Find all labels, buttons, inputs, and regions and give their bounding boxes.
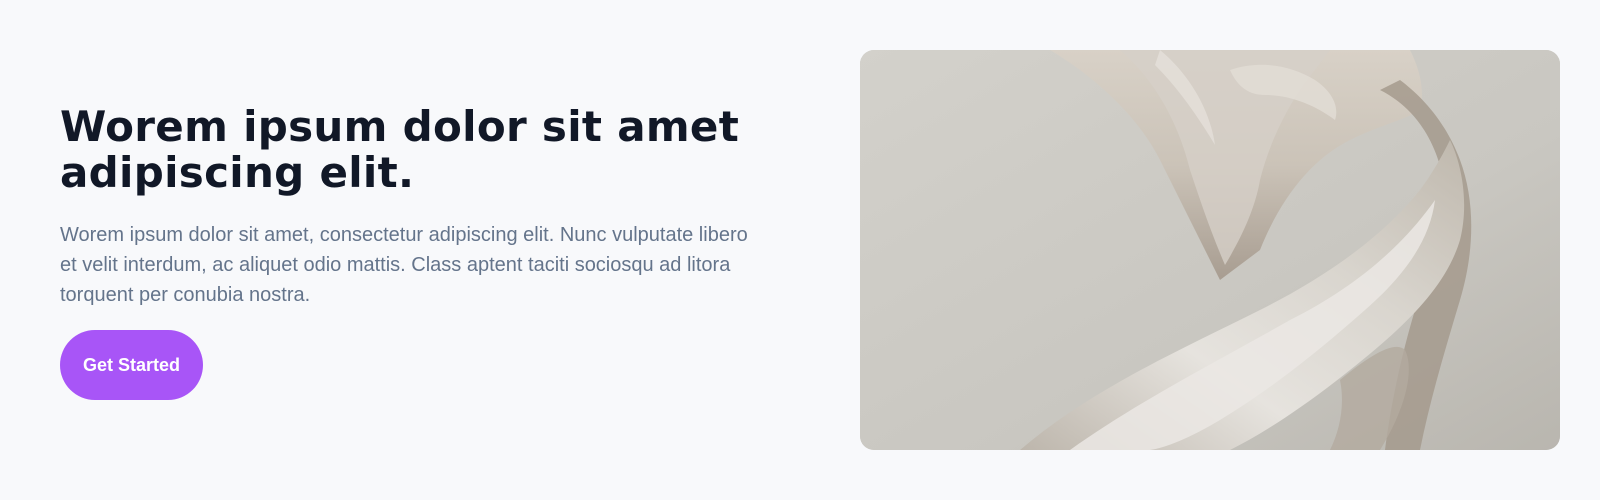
hero-section: Worem ipsum dolor sit amet adipiscing el… (0, 0, 1600, 500)
hero-description: Worem ipsum dolor sit amet, consectetur … (60, 224, 748, 306)
get-started-button[interactable]: Get Started (60, 330, 203, 400)
hero-title: Worem ipsum dolor sit amet adipiscing el… (60, 102, 740, 197)
fabric-sculpture-illustration (860, 50, 1560, 450)
hero-text-block: Worem ipsum dolor sit amet adipiscing el… (60, 104, 780, 400)
hero-image (860, 50, 1560, 450)
